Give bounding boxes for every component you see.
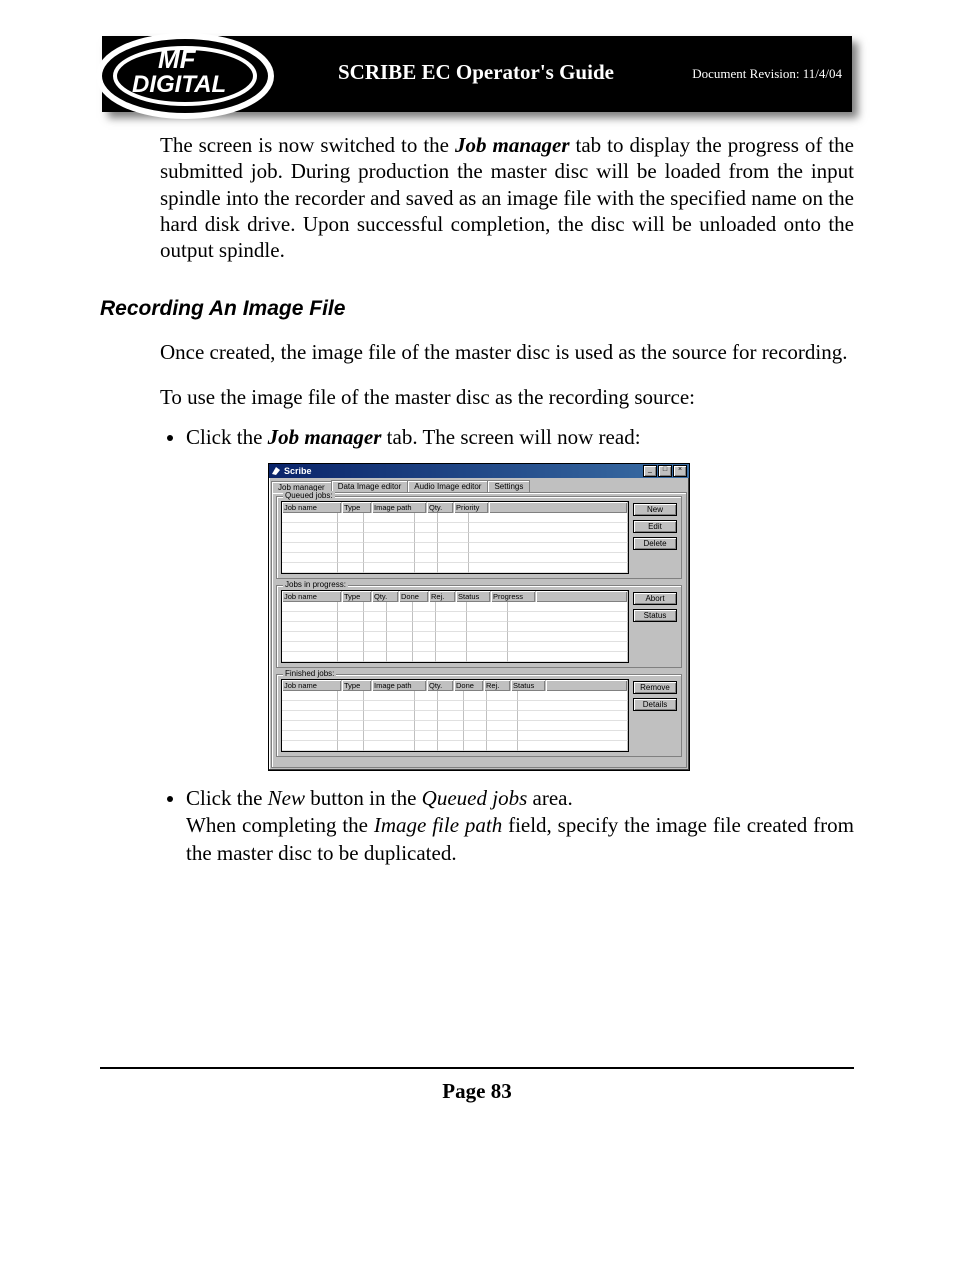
maximize-button[interactable]: □ — [658, 465, 672, 477]
table-row — [282, 533, 628, 543]
col-job-name[interactable]: Job name — [282, 591, 342, 602]
table-row — [282, 741, 628, 751]
table-row — [282, 622, 628, 632]
grid-progress[interactable]: Job name Type Qty. Done Rej. Status Prog… — [281, 590, 629, 663]
table-row — [282, 523, 628, 533]
abort-button[interactable]: Abort — [633, 592, 677, 605]
table-row — [282, 553, 628, 563]
titlebar: Scribe _ □ × — [269, 464, 689, 478]
table-row — [282, 632, 628, 642]
para-to-use: To use the image file of the master disc… — [160, 384, 854, 410]
para-once-created: Once created, the image file of the mast… — [160, 339, 854, 365]
page-number: Page 83 — [0, 1079, 954, 1104]
group-label-progress: Jobs in progress: — [283, 580, 348, 589]
col-type[interactable]: Type — [342, 591, 372, 602]
group-queued-jobs: Queued jobs: Job name Type Image path Qt… — [276, 496, 682, 579]
group-label-finished: Finished jobs: — [283, 669, 336, 678]
table-row — [282, 543, 628, 553]
col-job-name[interactable]: Job name — [282, 680, 342, 691]
bullet-click-new: Click the New button in the Queued jobs … — [186, 785, 854, 867]
edit-button[interactable]: Edit — [633, 520, 677, 533]
col-status[interactable]: Status — [511, 680, 546, 691]
col-rej[interactable]: Rej. — [429, 591, 456, 602]
tab-data-image-editor[interactable]: Data Image editor — [331, 480, 409, 492]
section-heading-recording: Recording An Image File — [100, 297, 854, 321]
app-icon — [271, 466, 281, 476]
col-priority[interactable]: Priority — [454, 502, 489, 513]
group-label-queued: Queued jobs: — [283, 491, 335, 500]
mf-digital-logo: MF DIGITAL — [94, 26, 276, 126]
col-qty[interactable]: Qty. — [427, 502, 454, 513]
col-image-path[interactable]: Image path — [372, 502, 427, 513]
details-button[interactable]: Details — [633, 698, 677, 711]
col-status[interactable]: Status — [456, 591, 491, 602]
table-row — [282, 642, 628, 652]
col-image-path[interactable]: Image path — [372, 680, 427, 691]
tab-audio-image-editor[interactable]: Audio Image editor — [407, 480, 488, 492]
col-qty[interactable]: Qty. — [372, 591, 399, 602]
col-type[interactable]: Type — [342, 502, 372, 513]
table-row — [282, 701, 628, 711]
table-row — [282, 652, 628, 662]
group-finished-jobs: Finished jobs: Job name Type Image path … — [276, 674, 682, 757]
table-row — [282, 721, 628, 731]
table-row — [282, 612, 628, 622]
footer-divider — [100, 1067, 854, 1069]
svg-text:DIGITAL: DIGITAL — [132, 71, 226, 98]
table-row — [282, 711, 628, 721]
table-row — [282, 513, 628, 523]
table-row — [282, 691, 628, 701]
header-title: SCRIBE EC Operator's Guide — [338, 60, 614, 85]
new-button[interactable]: New — [633, 503, 677, 516]
col-done[interactable]: Done — [399, 591, 429, 602]
col-qty[interactable]: Qty. — [427, 680, 454, 691]
scribe-app-window: Scribe _ □ × Job manager Data Image edit… — [268, 463, 690, 771]
col-type[interactable]: Type — [342, 680, 372, 691]
tab-settings[interactable]: Settings — [487, 480, 530, 492]
window-title: Scribe — [284, 466, 312, 476]
table-row — [282, 602, 628, 612]
svg-text:MF: MF — [158, 44, 197, 74]
col-job-name[interactable]: Job name — [282, 502, 342, 513]
grid-queued[interactable]: Job name Type Image path Qty. Priority — [281, 501, 629, 574]
col-progress[interactable]: Progress — [491, 591, 536, 602]
group-jobs-in-progress: Jobs in progress: Job name Type Qty. Don… — [276, 585, 682, 668]
page-header: MF DIGITAL SCRIBE EC Operator's Guide Do… — [102, 36, 852, 112]
header-revision: Document Revision: 11/4/04 — [692, 66, 842, 82]
bullet-click-job-manager: Click the Job manager tab. The screen wi… — [186, 424, 854, 451]
col-rej[interactable]: Rej. — [484, 680, 511, 691]
remove-button[interactable]: Remove — [633, 681, 677, 694]
table-row — [282, 731, 628, 741]
col-done[interactable]: Done — [454, 680, 484, 691]
para-job-manager-switch: The screen is now switched to the Job ma… — [160, 132, 854, 263]
minimize-button[interactable]: _ — [643, 465, 657, 477]
status-button[interactable]: Status — [633, 609, 677, 622]
table-row — [282, 563, 628, 573]
grid-finished[interactable]: Job name Type Image path Qty. Done Rej. … — [281, 679, 629, 752]
close-button[interactable]: × — [673, 465, 687, 477]
delete-button[interactable]: Delete — [633, 537, 677, 550]
